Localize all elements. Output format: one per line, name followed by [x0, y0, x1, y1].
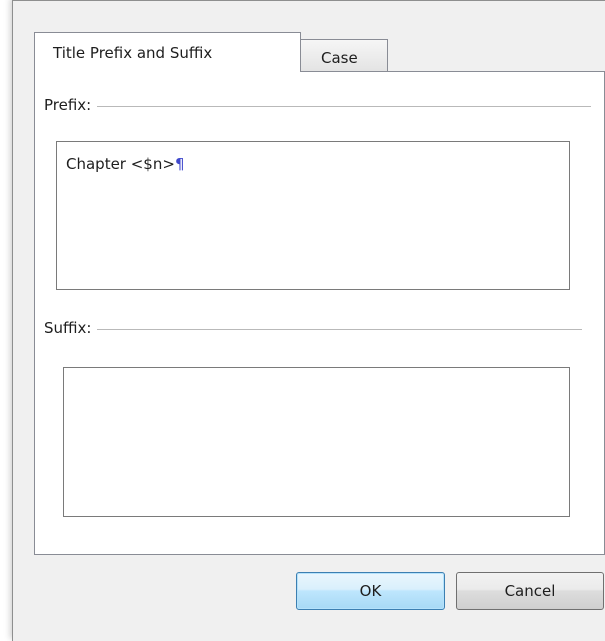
prefix-text-content: Chapter <$n>¶	[66, 155, 184, 173]
tab-title-prefix-and-suffix[interactable]: Title Prefix and Suffix	[34, 32, 301, 72]
prefix-value: Chapter <$n>	[66, 155, 175, 173]
prefix-label: Prefix:	[44, 96, 98, 114]
tab-panel: Prefix: Chapter <$n>¶ Suffix:	[34, 71, 605, 555]
prefix-group-divider	[83, 106, 591, 107]
suffix-label: Suffix:	[44, 319, 98, 337]
suffix-text-field[interactable]	[63, 367, 570, 517]
prefix-text-field[interactable]: Chapter <$n>¶	[56, 141, 570, 290]
paragraph-mark: ¶	[174, 155, 185, 173]
tab-label: Case	[321, 49, 358, 67]
tab-label: Title Prefix and Suffix	[53, 44, 213, 62]
tab-case[interactable]: Case	[300, 39, 388, 72]
title-prefix-suffix-dialog: Title Prefix and Suffix Case Prefix: Cha…	[12, 0, 605, 641]
cancel-button[interactable]: Cancel	[456, 572, 604, 610]
ok-button[interactable]: OK	[296, 572, 445, 610]
suffix-group-divider	[83, 329, 582, 330]
